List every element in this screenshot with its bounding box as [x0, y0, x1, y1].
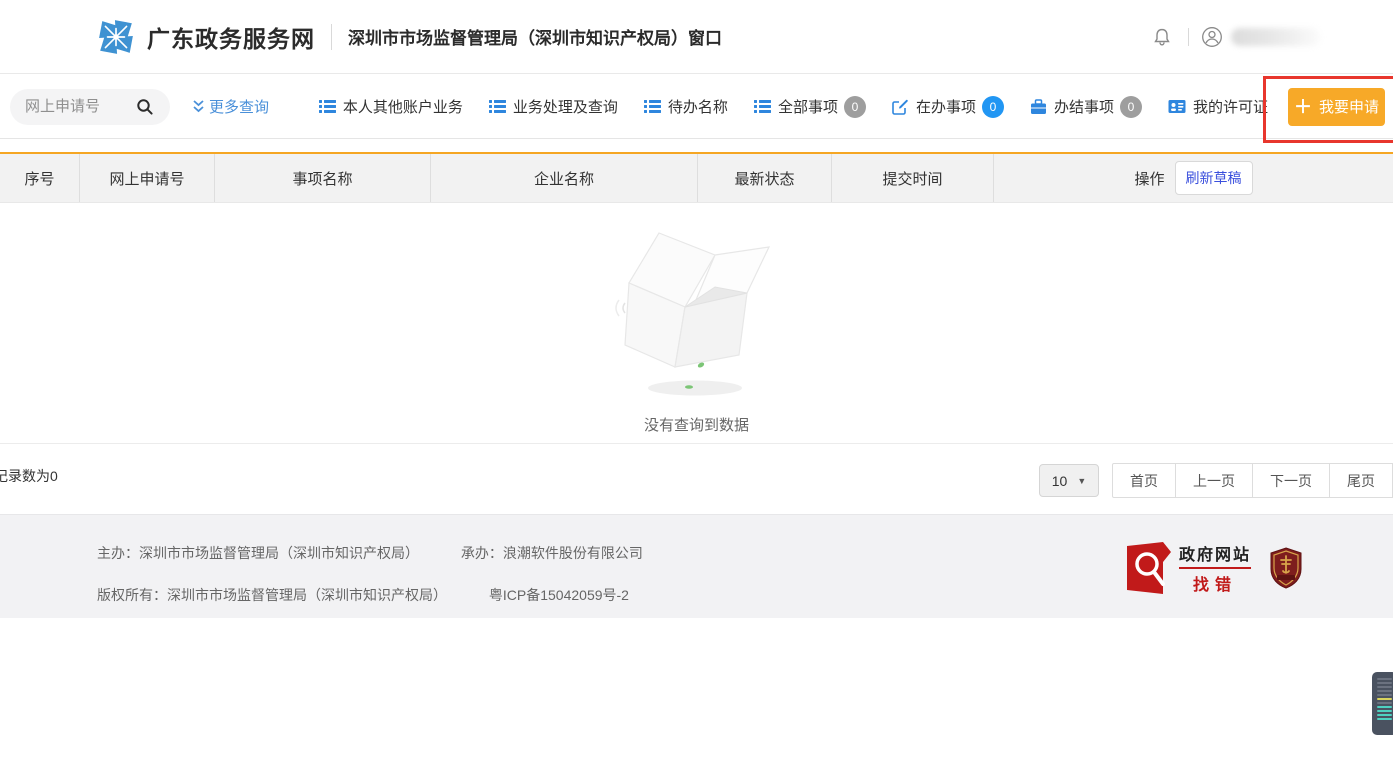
nav-item-label: 在办事项	[916, 96, 976, 117]
prev-page-button[interactable]: 上一页	[1176, 463, 1253, 498]
nav-item-completed-matters[interactable]: 办结事项 0	[1030, 96, 1142, 118]
column-header-company-name: 企业名称	[430, 154, 697, 202]
page-size-select[interactable]: 10 ▼	[1039, 464, 1099, 497]
footer-icp: 粤ICP备15042059号-2	[489, 587, 629, 603]
all-matters-count-badge: 0	[844, 96, 866, 118]
id-card-icon	[1168, 99, 1186, 114]
in-progress-count-badge: 0	[982, 96, 1004, 118]
security-shield-badge[interactable]	[1269, 547, 1303, 589]
briefcase-icon	[1030, 99, 1047, 115]
column-header-operation: 操作 刷新草稿	[993, 154, 1393, 202]
nav-item-label: 待办名称	[668, 96, 728, 117]
completed-count-badge: 0	[1120, 96, 1142, 118]
column-header-matter-name: 事项名称	[214, 154, 430, 202]
footer: 主办：深圳市市场监督管理局（深圳市知识产权局） 承办：浪潮软件股份有限公司 版权…	[0, 514, 1393, 618]
last-page-button[interactable]: 尾页	[1330, 463, 1393, 498]
apply-button-label: 我要申请	[1319, 96, 1379, 117]
notification-bell-icon[interactable]	[1148, 23, 1176, 51]
footer-logos: 政府网站 找错	[1127, 541, 1303, 595]
footer-host: 主办：深圳市市场监督管理局（深圳市知识产权局）	[97, 545, 419, 561]
page-root: 广东政务服务网 深圳市市场监督管理局（深圳市知识产权局）窗口	[0, 0, 1393, 758]
brand-name: 广东政务服务网	[147, 20, 315, 54]
record-count-text: 记录数为0	[0, 466, 58, 486]
header-right	[1148, 23, 1321, 51]
nav-item-label: 本人其他账户业务	[343, 96, 463, 117]
side-tool-widget[interactable]	[1372, 672, 1393, 735]
column-header-latest-status: 最新状态	[697, 154, 831, 202]
user-account[interactable]	[1201, 26, 1321, 48]
footer-copyright: 版权所有：深圳市市场监督管理局（深圳市知识产权局）	[97, 587, 447, 603]
empty-state: 没有查询到数据	[0, 215, 1393, 435]
nav-item-other-account-business[interactable]: 本人其他账户业务	[319, 96, 463, 117]
results-table-header: 序号 网上申请号 事项名称 企业名称 最新状态 提交时间 操作 刷新草稿	[0, 152, 1393, 203]
nav-item-label: 办结事项	[1054, 96, 1114, 117]
pagination-row: 记录数为0 10 ▼ 首页 上一页 下一页 尾页	[0, 443, 1393, 513]
user-name-blurred	[1231, 28, 1321, 46]
empty-box-illustration	[597, 215, 797, 400]
nav-item-my-licenses[interactable]: 我的许可证	[1168, 96, 1268, 117]
find-error-magnifier-icon	[1127, 542, 1171, 594]
column-header-seq: 序号	[0, 154, 79, 202]
header: 广东政务服务网 深圳市市场监督管理局（深圳市知识产权局）窗口	[0, 0, 1393, 74]
column-header-application-no: 网上申请号	[79, 154, 214, 202]
nav-item-label: 全部事项	[778, 96, 838, 117]
refresh-draft-button[interactable]: 刷新草稿	[1175, 161, 1253, 195]
caret-down-icon: ▼	[1077, 476, 1086, 486]
header-right-separator	[1188, 28, 1189, 46]
page-size-value: 10	[1052, 473, 1068, 489]
nav-item-label: 我的许可证	[1193, 96, 1268, 117]
next-page-button[interactable]: 下一页	[1253, 463, 1330, 498]
find-error-line2: 找错	[1179, 571, 1251, 595]
nav-item-all-matters[interactable]: 全部事项 0	[754, 96, 866, 118]
search-icon[interactable]	[128, 93, 162, 121]
list-icon	[319, 99, 336, 114]
toolbar: 更多查询 本人其他账户业务	[0, 75, 1393, 139]
list-icon	[754, 99, 771, 114]
nav-item-todo-names[interactable]: 待办名称	[644, 96, 728, 117]
window-title: 深圳市市场监督管理局（深圳市知识产权局）窗口	[348, 24, 722, 49]
list-icon	[644, 99, 661, 114]
find-error-divider	[1179, 567, 1251, 569]
apply-button[interactable]: ＋ 我要申请	[1288, 88, 1385, 126]
nav-item-in-progress-matters[interactable]: 在办事项 0	[892, 96, 1004, 118]
nav-group: 本人其他账户业务 业务处理及查询	[293, 88, 1393, 126]
footer-text: 主办：深圳市市场监督管理局（深圳市知识产权局） 承办：浪潮软件股份有限公司 版权…	[97, 543, 681, 627]
nav-item-label: 业务处理及查询	[513, 96, 618, 117]
search-input[interactable]	[10, 98, 128, 115]
more-query-link[interactable]: 更多查询	[192, 96, 269, 117]
search-box	[10, 89, 170, 125]
gov-site-find-error-badge[interactable]: 政府网站 找错	[1127, 541, 1251, 595]
brand[interactable]: 广东政务服务网	[97, 18, 315, 56]
find-error-line1: 政府网站	[1179, 541, 1251, 565]
empty-state-text: 没有查询到数据	[644, 414, 749, 435]
first-page-button[interactable]: 首页	[1112, 463, 1176, 498]
brand-pinwheel-icon	[97, 18, 135, 56]
edit-icon	[892, 99, 909, 115]
nav-item-business-processing[interactable]: 业务处理及查询	[489, 96, 618, 117]
plus-icon: ＋	[1294, 98, 1312, 116]
double-chevron-down-icon	[192, 99, 205, 114]
list-icon	[489, 99, 506, 114]
more-query-label: 更多查询	[209, 96, 269, 117]
pager: 10 ▼ 首页 上一页 下一页 尾页	[1039, 463, 1393, 498]
user-avatar-icon	[1201, 26, 1223, 48]
footer-organizer: 承办：浪潮软件股份有限公司	[461, 545, 643, 561]
page-button-group: 首页 上一页 下一页 尾页	[1112, 463, 1393, 498]
header-separator	[331, 24, 332, 50]
column-header-submit-time: 提交时间	[831, 154, 993, 202]
operation-label: 操作	[1134, 168, 1164, 189]
